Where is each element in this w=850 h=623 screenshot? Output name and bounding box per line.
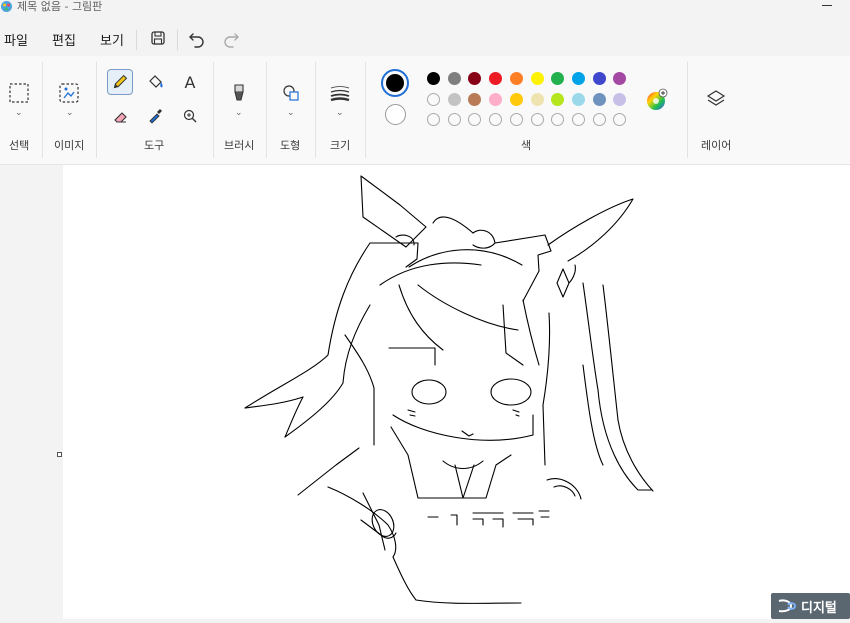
color-swatch[interactable] [592, 72, 606, 85]
watermark-logo-icon [778, 599, 796, 613]
color-swatch[interactable] [447, 72, 461, 85]
custom-color-slot[interactable] [447, 113, 461, 126]
color-swatch[interactable] [571, 92, 585, 106]
watermark-text: 디지털 [801, 601, 837, 616]
color-swatch[interactable] [509, 92, 523, 106]
custom-color-slot[interactable] [613, 113, 627, 126]
custom-color-slot[interactable] [551, 113, 565, 126]
ribbon-toolbar: ⌄ 선택 ⌄ 이미지 A 도구 ⌄ 브러시 ⌄ 도형 ⌄ 크기 색 레이어 [0, 56, 850, 165]
menu-bar: 파일 편집 보기 [0, 22, 850, 56]
group-label-tools: 도구 [144, 139, 165, 152]
ribbon-separator [266, 62, 267, 158]
shapes-icon[interactable] [278, 80, 304, 106]
paint-app-icon [1, 1, 12, 12]
undo-icon[interactable] [185, 26, 209, 50]
color-swatch[interactable] [571, 72, 585, 85]
redo-icon[interactable] [219, 26, 243, 50]
minimize-button[interactable] [822, 5, 834, 7]
brush-icon[interactable] [226, 80, 252, 106]
color-swatch[interactable] [489, 92, 503, 106]
ribbon-separator [42, 62, 43, 158]
group-label-size: 크기 [330, 139, 351, 152]
custom-color-slot[interactable] [427, 113, 440, 126]
custom-color-slot[interactable] [592, 113, 606, 126]
custom-color-slot[interactable] [489, 113, 503, 126]
color-swatch[interactable] [427, 92, 440, 106]
group-label-colors: 색 [521, 139, 532, 152]
chevron-down-icon[interactable]: ⌄ [235, 108, 243, 118]
magnifier-icon[interactable] [177, 103, 203, 129]
color-swatch[interactable] [592, 92, 606, 106]
drawing-canvas[interactable] [63, 165, 850, 619]
ribbon-separator [315, 62, 316, 158]
svg-text:A: A [185, 73, 196, 92]
save-icon[interactable] [146, 26, 170, 50]
image-resize-icon[interactable] [56, 80, 82, 106]
group-label-image: 이미지 [54, 139, 85, 152]
custom-color-slot[interactable] [509, 113, 523, 126]
color-swatch[interactable] [551, 92, 565, 106]
group-label-shapes: 도형 [280, 139, 301, 152]
window-title: 제목 없음 - 그림판 [17, 0, 103, 13]
sketch-drawing [244, 175, 654, 604]
ribbon-separator [213, 62, 214, 158]
text-icon[interactable]: A [177, 69, 203, 95]
title-bar: 제목 없음 - 그림판 [0, 0, 850, 18]
color-swatch[interactable] [613, 72, 627, 85]
color-swatch[interactable] [530, 72, 544, 85]
color-picker-icon[interactable] [142, 103, 168, 129]
primary-color-ring[interactable] [381, 69, 409, 97]
edit-colors-icon[interactable] [645, 88, 669, 112]
chevron-down-icon[interactable]: ⌄ [287, 108, 295, 118]
stroke-size-icon[interactable] [327, 80, 353, 106]
pencil-icon[interactable] [107, 69, 133, 95]
ribbon-separator [687, 62, 688, 158]
color-swatch[interactable] [509, 72, 523, 85]
ribbon-separator [365, 62, 366, 158]
menu-separator [136, 30, 137, 50]
group-label-selection: 선택 [9, 139, 30, 152]
watermark-badge: 디지털 [771, 593, 850, 619]
layers-icon[interactable] [703, 86, 729, 112]
chevron-down-icon[interactable]: ⌄ [15, 108, 23, 118]
menu-edit[interactable]: 편집 [52, 30, 76, 49]
color-swatch[interactable] [613, 92, 627, 106]
menu-view[interactable]: 보기 [100, 30, 124, 49]
color-swatch[interactable] [530, 92, 544, 106]
chevron-down-icon[interactable]: ⌄ [66, 108, 74, 118]
custom-color-slot[interactable] [571, 113, 585, 126]
color-swatch[interactable] [551, 72, 565, 85]
custom-color-slot[interactable] [468, 113, 482, 126]
menu-separator [177, 30, 178, 50]
eraser-icon[interactable] [107, 103, 133, 129]
secondary-color-swatch[interactable] [385, 104, 406, 125]
chevron-down-icon[interactable]: ⌄ [336, 108, 344, 118]
workspace-margin [0, 165, 63, 619]
menu-file[interactable]: 파일 [4, 30, 28, 49]
ribbon-separator [96, 62, 97, 158]
primary-color-swatch [386, 74, 404, 92]
color-swatch[interactable] [489, 72, 503, 85]
color-swatch[interactable] [447, 92, 461, 106]
color-swatch[interactable] [468, 72, 482, 85]
color-swatch[interactable] [468, 92, 482, 106]
group-label-layers: 레이어 [701, 139, 732, 152]
fill-bucket-icon[interactable] [142, 69, 168, 95]
color-swatch[interactable] [427, 72, 440, 85]
custom-color-slot[interactable] [530, 113, 544, 126]
select-rectangle-icon[interactable] [6, 80, 32, 106]
group-label-brushes: 브러시 [224, 139, 255, 152]
canvas-resize-handle[interactable] [57, 452, 62, 457]
